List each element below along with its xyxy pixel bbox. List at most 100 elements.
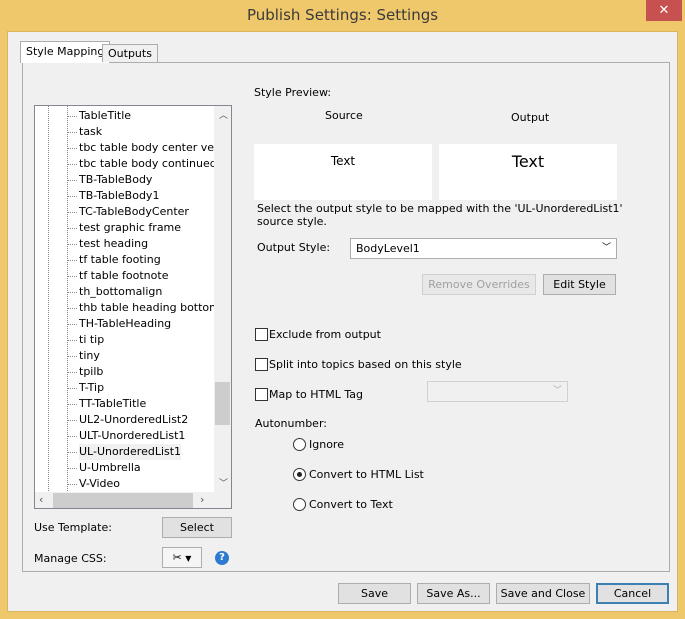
map-html-label: Map to HTML Tag (269, 388, 363, 401)
tree-connector (67, 308, 77, 309)
autonumber-label: Autonumber: (255, 417, 327, 430)
tree-connector (67, 372, 77, 373)
tree-item[interactable]: TH-TableHeading (79, 316, 171, 332)
tree-connector (67, 132, 77, 133)
radio-convert-html-list-label: Convert to HTML List (309, 468, 424, 481)
edit-style-button[interactable]: Edit Style (543, 274, 616, 295)
tree-item[interactable]: TB-TableBody1 (79, 188, 159, 204)
tree-item[interactable]: tpilb (79, 364, 103, 380)
tree-connector (67, 292, 77, 293)
chevron-down-icon: ▼ (185, 554, 192, 563)
tree-connector (67, 340, 77, 341)
vertical-scrollbar[interactable]: ︿ ﹀ (214, 106, 231, 492)
output-style-value: BodyLevel1 (356, 242, 420, 255)
save-and-close-button[interactable]: Save and Close (496, 583, 590, 604)
style-tree[interactable]: TableTitle task tbc table body center vert… (34, 105, 232, 509)
tree-connector (67, 484, 77, 485)
tree-connector (67, 324, 77, 325)
manage-css-button[interactable]: ✂ ▼ (162, 547, 202, 568)
style-preview-heading: Style Preview: (254, 86, 332, 99)
tree-item[interactable]: ULT-UnorderedList1 (79, 428, 185, 444)
map-html-checkbox[interactable] (255, 388, 268, 401)
use-template-label: Use Template: (34, 521, 112, 534)
tree-item[interactable]: th_bottomalign (79, 284, 162, 300)
tree-connector (67, 404, 77, 405)
tree-item[interactable]: TB-TableBody (79, 172, 152, 188)
tree-item[interactable]: T-Tip (79, 380, 104, 396)
scroll-right-icon[interactable]: › (200, 493, 204, 506)
tree-connector (67, 436, 77, 437)
tree-item[interactable]: TT-TableTitle (79, 396, 146, 412)
tree-item[interactable]: TC-TableBodyCenter (79, 204, 189, 220)
tree-item[interactable]: tbc table body center vertica (79, 140, 231, 156)
tree-connector (67, 276, 77, 277)
tree-item[interactable]: task (79, 124, 102, 140)
split-label: Split into topics based on this style (269, 358, 462, 371)
tab-style-mapping[interactable]: Style Mapping (20, 41, 111, 63)
tree-item[interactable]: tf table footing (79, 252, 161, 268)
chevron-down-icon: ﹀ (552, 386, 562, 396)
select-template-button[interactable]: Select (162, 517, 232, 538)
tree-connector (67, 468, 77, 469)
scroll-thumb[interactable] (215, 382, 230, 425)
tree-connector (67, 196, 77, 197)
cancel-button[interactable]: Cancel (596, 583, 669, 604)
tree-connector (67, 180, 77, 181)
tree-connector (67, 164, 77, 165)
tree-connector (67, 356, 77, 357)
radio-convert-text-label: Convert to Text (309, 498, 393, 511)
radio-ignore-label: Ignore (309, 438, 344, 451)
tree-connector (67, 228, 77, 229)
output-style-label: Output Style: (257, 241, 331, 254)
tree-item[interactable]: UL2-UnorderedList2 (79, 412, 188, 428)
help-icon[interactable]: ? (215, 551, 229, 565)
exclude-label: Exclude from output (269, 328, 381, 341)
save-button[interactable]: Save (338, 583, 411, 604)
html-tag-select[interactable]: ﹀ (427, 381, 568, 402)
mapping-description: Select the output style to be mapped wit… (257, 202, 623, 228)
tree-item[interactable]: test heading (79, 236, 148, 252)
split-checkbox[interactable] (255, 358, 268, 371)
output-style-select[interactable]: BodyLevel1 ﹀ (350, 238, 617, 259)
close-button[interactable]: ✕ (646, 0, 682, 21)
horizontal-scrollbar[interactable]: ‹ › (35, 492, 231, 508)
tab-outputs[interactable]: Outputs (102, 44, 158, 62)
tools-icon: ✂ (172, 551, 182, 564)
tree-connector (67, 260, 77, 261)
radio-convert-text[interactable] (293, 498, 306, 511)
remove-overrides-button[interactable]: Remove Overrides (422, 274, 536, 295)
tree-connector (67, 116, 77, 117)
tree-item[interactable]: U-Umbrella (79, 460, 141, 476)
scroll-left-icon[interactable]: ‹ (39, 493, 43, 506)
manage-css-label: Manage CSS: (34, 552, 107, 565)
scroll-down-icon[interactable]: ﹀ (219, 476, 228, 489)
exclude-checkbox[interactable] (255, 328, 268, 341)
tree-item[interactable]: thb table heading bottom (79, 300, 220, 316)
tree-connector (67, 420, 77, 421)
tree-item[interactable]: tf table footnote (79, 268, 168, 284)
tree-connector (67, 212, 77, 213)
tree-item[interactable]: TableTitle (79, 108, 131, 124)
tree-connector (67, 452, 77, 453)
radio-convert-html-list[interactable] (293, 468, 306, 481)
tree-item[interactable]: V-Video (79, 476, 120, 492)
tree-item[interactable]: test graphic frame (79, 220, 181, 236)
tree-connector (67, 388, 77, 389)
scroll-up-icon[interactable]: ︿ (219, 108, 228, 121)
source-preview: Text (254, 144, 432, 200)
tree-connector (67, 148, 77, 149)
source-label: Source (325, 109, 363, 122)
chevron-down-icon: ﹀ (601, 243, 611, 253)
tree-connector (67, 244, 77, 245)
tree-item[interactable]: tiny (79, 348, 100, 364)
tree-item[interactable]: tbc table body continued (79, 156, 217, 172)
scroll-thumb[interactable] (53, 493, 193, 508)
save-as-button[interactable]: Save As... (417, 583, 490, 604)
radio-ignore[interactable] (293, 438, 306, 451)
tree-line (48, 106, 49, 491)
tree-item[interactable]: UL-UnorderedList1 (79, 444, 182, 460)
tree-item[interactable]: ti tip (79, 332, 104, 348)
output-label: Output (511, 111, 550, 124)
window-title: Publish Settings: Settings (246, 6, 439, 24)
output-preview: Text (439, 144, 617, 200)
